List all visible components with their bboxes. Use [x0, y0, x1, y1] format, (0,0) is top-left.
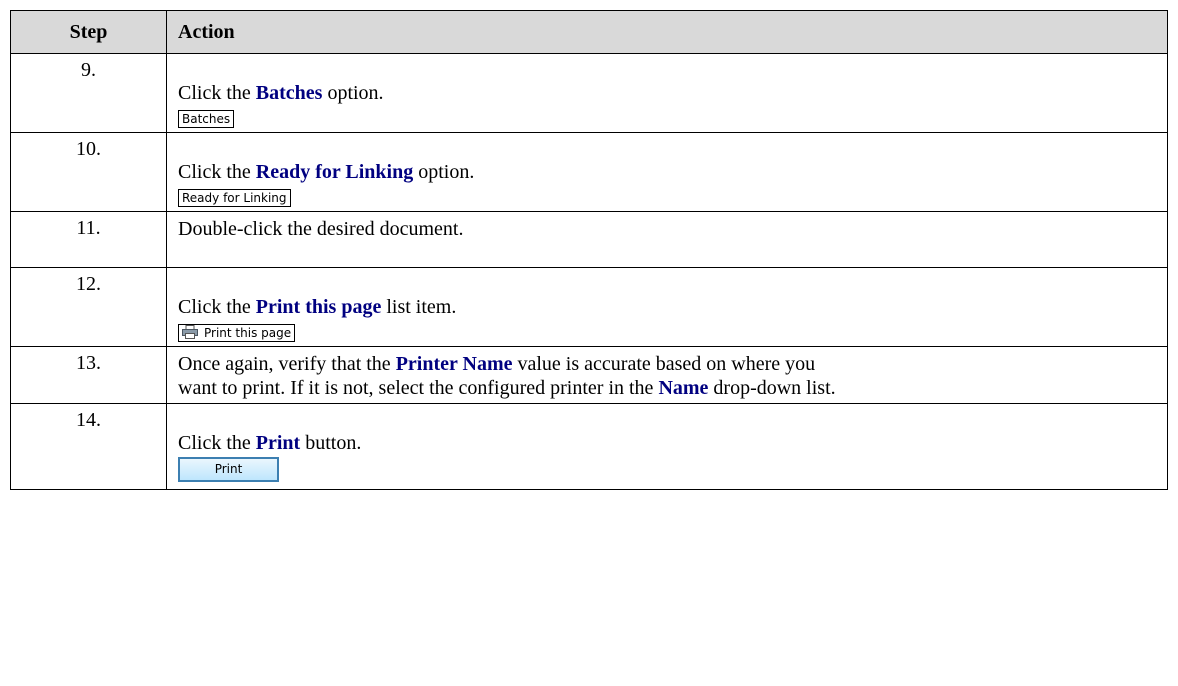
table-row: 10. Click the Ready for Linking option. …	[10, 132, 1168, 212]
batches-option-screenshot: Batches	[178, 110, 235, 128]
keyword: Printer Name	[395, 353, 513, 375]
instruction-text: Click the	[178, 296, 256, 318]
table-row: 12. Click the Print this page list item.…	[10, 267, 1168, 347]
header-step: Step	[10, 10, 167, 54]
action-cell: Click the Batches option. Batches	[166, 53, 1168, 133]
instruction: Click the Print this page list item.	[178, 290, 1167, 319]
action-cell: Click the Print button. Print	[166, 403, 1168, 490]
ready-for-linking-option-screenshot: Ready for Linking	[178, 189, 291, 207]
step-number: 14.	[10, 403, 167, 490]
table-row: 11. Double-click the desired document.	[10, 211, 1168, 268]
instruction-text: Once again, verify that the	[178, 353, 396, 375]
instruction-text: want to print. If it is not, select the …	[178, 377, 659, 399]
instruction-text: Click the	[178, 82, 256, 104]
print-this-page-screenshot: Print this page	[178, 324, 296, 342]
instruction-line-1: Once again, verify that the Printer Name…	[178, 347, 1167, 376]
keyword: Batches	[255, 82, 323, 104]
print-button-screenshot: Print	[178, 457, 279, 482]
action-cell: Click the Ready for Linking option. Read…	[166, 132, 1168, 212]
table-row: 9. Click the Batches option. Batches	[10, 53, 1168, 133]
action-cell: Once again, verify that the Printer Name…	[166, 346, 1168, 404]
header-row: Step Action	[10, 10, 1168, 54]
instruction-text: Click the	[178, 432, 256, 454]
keyword: Ready for Linking	[255, 161, 414, 183]
step-number: 10.	[10, 132, 167, 212]
action-cell: Click the Print this page list item. Pri…	[166, 267, 1168, 347]
instruction: Double-click the desired document.	[178, 218, 464, 240]
instruction-text: Click the	[178, 161, 256, 183]
instruction-text: list item.	[381, 296, 457, 318]
step-number: 9.	[10, 53, 167, 133]
header-action: Action	[166, 10, 1168, 54]
instruction: Click the Print button.	[178, 426, 1167, 455]
instruction: Click the Batches option.	[178, 76, 1167, 105]
step-number: 13.	[10, 346, 167, 404]
instruction-text: drop-down list.	[708, 377, 836, 399]
table-row: 13. Once again, verify that the Printer …	[10, 346, 1168, 404]
step-number: 12.	[10, 267, 167, 347]
keyword: Print this page	[255, 296, 382, 318]
keyword: Name	[658, 377, 709, 399]
instruction-text: value is accurate based on where you	[512, 353, 816, 375]
instruction-text: option.	[322, 82, 384, 104]
keyword: Print	[255, 432, 301, 454]
instruction-line-2: want to print. If it is not, select the …	[178, 376, 1167, 400]
table-row: 14. Click the Print button. Print	[10, 403, 1168, 490]
action-cell: Double-click the desired document.	[166, 211, 1168, 268]
steps-table: Step Action 9. Click the Batches option.…	[10, 10, 1168, 490]
instruction-text: button.	[300, 432, 362, 454]
print-this-page-label: Print this page	[204, 326, 292, 340]
printer-icon	[182, 325, 198, 339]
instruction-text: option.	[413, 161, 475, 183]
instruction: Click the Ready for Linking option.	[178, 155, 1167, 184]
step-number: 11.	[10, 211, 167, 268]
